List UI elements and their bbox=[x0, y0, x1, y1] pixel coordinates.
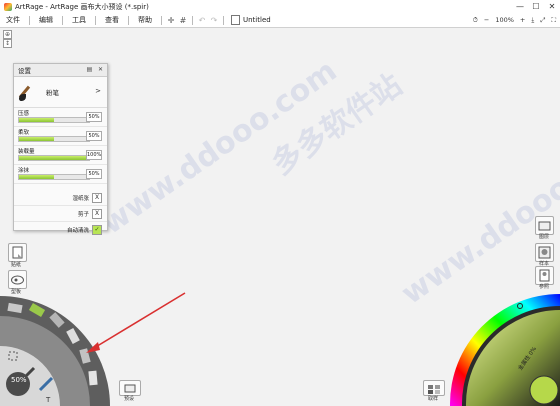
sticker-icon bbox=[12, 246, 23, 259]
download-icon[interactable]: ⤓ bbox=[531, 16, 534, 25]
toggle-checkbox[interactable]: X bbox=[92, 193, 102, 203]
chevron-right-icon[interactable]: > bbox=[95, 87, 101, 95]
menu-file[interactable]: 文件 bbox=[0, 15, 26, 25]
panel-close-icon[interactable]: ✕ bbox=[96, 65, 105, 75]
menu-view[interactable]: 查看 bbox=[99, 15, 125, 25]
chalk-brush-icon bbox=[18, 81, 36, 103]
annotation-arrow bbox=[86, 292, 186, 353]
current-color-swatch[interactable] bbox=[529, 375, 559, 405]
slider-track[interactable] bbox=[18, 174, 90, 180]
document-icon bbox=[231, 15, 240, 25]
zoom-readout: 50% bbox=[11, 376, 27, 384]
slider-smear[interactable]: 涂抹 50% bbox=[14, 165, 107, 184]
document-tab[interactable]: Untitled bbox=[231, 15, 271, 25]
close-button[interactable]: ✕ bbox=[544, 0, 560, 13]
toggle-scissors[interactable]: 剪子 X bbox=[14, 206, 107, 222]
divider bbox=[192, 15, 193, 25]
slider-loading[interactable]: 装载量 100% bbox=[14, 146, 107, 165]
maximize-button[interactable]: ☐ bbox=[528, 0, 544, 13]
title-bar: ArtRage - ArtRage 画布大小预设 (*.spir) — ☐ ✕ bbox=[0, 0, 560, 13]
toggle-label: 湿纸张 bbox=[72, 196, 89, 202]
divider bbox=[161, 15, 162, 25]
divider bbox=[62, 15, 63, 25]
stencil-button[interactable] bbox=[8, 270, 27, 289]
toggle-auto-clean[interactable]: 自动清洗 ✓ bbox=[14, 222, 107, 237]
minimize-button[interactable]: — bbox=[512, 0, 528, 13]
divider bbox=[29, 15, 30, 25]
slider-label: 装载量 bbox=[18, 149, 35, 155]
layers-icon bbox=[538, 221, 551, 231]
window-title: ArtRage - ArtRage 画布大小预设 (*.spir) bbox=[15, 2, 149, 11]
slider-label: 柔软 bbox=[18, 130, 30, 136]
menu-edit[interactable]: 编辑 bbox=[33, 15, 59, 25]
app-logo-icon bbox=[4, 2, 12, 11]
slider-track[interactable] bbox=[18, 155, 90, 161]
menu-tools[interactable]: 工具 bbox=[66, 15, 92, 25]
slider-pressure[interactable]: 压感 50% bbox=[14, 108, 107, 127]
tool-name: 粉笔 bbox=[46, 89, 59, 97]
divider bbox=[95, 15, 96, 25]
slider-track[interactable] bbox=[18, 117, 90, 123]
toggle-label: 剪子 bbox=[77, 212, 89, 218]
slider-softness[interactable]: 柔软 50% bbox=[14, 127, 107, 146]
move-icon[interactable]: ✛ bbox=[165, 16, 177, 25]
settings-panel-header: 设置 ▤ ✕ bbox=[14, 64, 107, 77]
slider-value[interactable]: 100% bbox=[86, 150, 102, 160]
slider-label: 压感 bbox=[18, 111, 30, 117]
reference-icon bbox=[539, 269, 550, 282]
menu-bar: 文件 编辑 工具 查看 帮助 ✛ # ↶ ↷ Untitled ⏱ − 100%… bbox=[0, 13, 560, 28]
zoom-out-button[interactable]: − bbox=[484, 16, 489, 24]
toggle-checkbox[interactable]: ✓ bbox=[92, 225, 102, 235]
preset-icon[interactable]: ▤ bbox=[85, 65, 94, 75]
toggle-wet-paper[interactable]: 湿纸张 X bbox=[14, 190, 107, 206]
toggle-checkbox[interactable]: X bbox=[92, 209, 102, 219]
slider-value[interactable]: 50% bbox=[86, 169, 102, 179]
document-title: Untitled bbox=[243, 16, 271, 24]
expand-icon[interactable]: ⤢ bbox=[540, 16, 545, 25]
menu-help[interactable]: 帮助 bbox=[132, 15, 158, 25]
presets-icon bbox=[124, 384, 136, 393]
timer-icon[interactable]: ⏱ bbox=[473, 16, 478, 25]
slider-label: 涂抹 bbox=[18, 168, 30, 174]
swatches-label: 取样 bbox=[427, 396, 438, 402]
swatches-icon bbox=[428, 385, 440, 394]
grid-icon[interactable]: # bbox=[177, 16, 189, 25]
zoom-in-button[interactable]: + bbox=[520, 16, 525, 24]
zoom-level: 100% bbox=[495, 16, 514, 24]
undo-icon[interactable]: ↶ bbox=[196, 16, 208, 25]
settings-panel-title: 设置 bbox=[18, 67, 31, 75]
canvas-settings-icon[interactable]: ⊕ bbox=[3, 30, 12, 39]
settings-panel: 设置 ▤ ✕ 粉笔 > 压感 50% 柔软 50% 装载量 100% 涂抹 50… bbox=[13, 63, 108, 235]
stencil-icon bbox=[11, 275, 24, 285]
sticker-label: 贴纸 bbox=[10, 262, 21, 268]
fullscreen-icon[interactable]: ⛶ bbox=[551, 16, 556, 25]
reference-label: 参照 bbox=[538, 284, 549, 290]
divider bbox=[128, 15, 129, 25]
color-picker[interactable] bbox=[446, 290, 560, 406]
redo-icon[interactable]: ↷ bbox=[208, 16, 220, 25]
tool-selector[interactable]: 粉笔 > bbox=[14, 77, 107, 108]
swatches-button[interactable] bbox=[423, 380, 445, 396]
samples-icon bbox=[538, 246, 551, 259]
slider-track[interactable] bbox=[18, 136, 90, 142]
toggle-label: 自动清洗 bbox=[66, 228, 89, 234]
divider bbox=[223, 15, 224, 25]
slider-value[interactable]: 50% bbox=[86, 112, 102, 122]
sticker-button[interactable] bbox=[8, 243, 27, 262]
layers-label: 图层 bbox=[538, 234, 549, 240]
presets-button[interactable] bbox=[119, 380, 141, 396]
canvas-position-icon[interactable]: ↕ bbox=[3, 39, 12, 48]
slider-value[interactable]: 50% bbox=[86, 131, 102, 141]
presets-label: 预设 bbox=[123, 396, 134, 402]
text-tool-icon[interactable]: T bbox=[45, 396, 51, 404]
